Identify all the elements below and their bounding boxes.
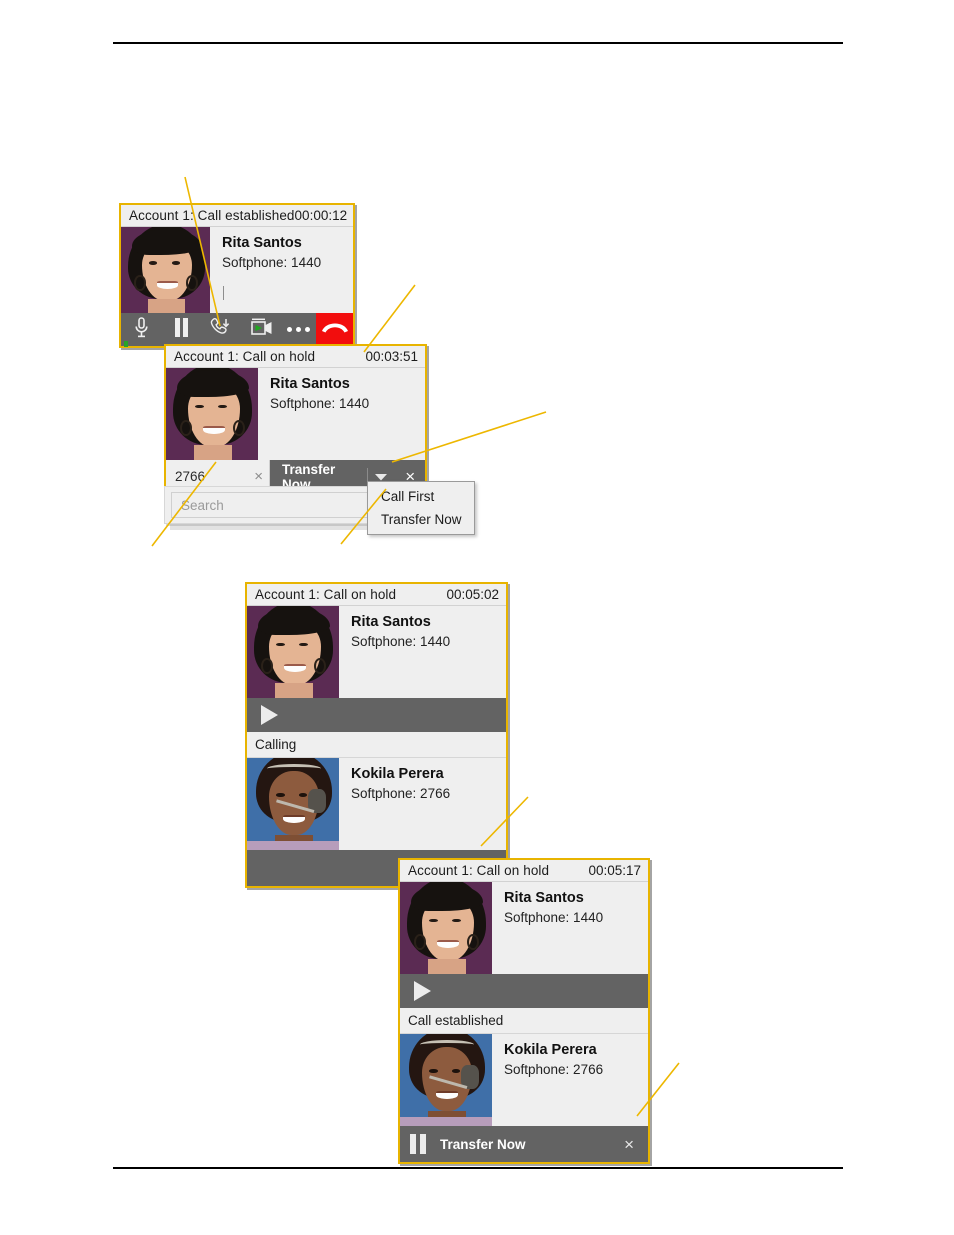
avatar xyxy=(400,1034,492,1126)
panel-titlebar: Account 1: Call on hold 00:05:02 xyxy=(247,584,506,606)
transfer-number-value: 2766 xyxy=(175,469,206,484)
play-icon xyxy=(261,705,278,725)
search-placeholder: Search xyxy=(181,497,224,513)
contact-detail: Softphone: 2766 xyxy=(504,1061,604,1077)
avatar xyxy=(121,227,210,313)
cancel-secondary-call-button[interactable]: × xyxy=(624,1136,634,1153)
call-panel-transfer: Account 1: Call on hold 00:03:51 Rita Sa… xyxy=(164,344,427,495)
contact-row-secondary: Kokila Perera Softphone: 2766 xyxy=(247,758,506,850)
contact-row-primary: Rita Santos Softphone: 1440 xyxy=(400,882,648,974)
contact-info: Rita Santos Softphone: 1440 xyxy=(339,606,506,698)
leader-line-2 xyxy=(363,284,416,353)
contact-info: Rita Santos Softphone: 1440 xyxy=(258,368,425,460)
call-timer: 00:05:02 xyxy=(446,587,499,602)
panel-titlebar: Account 1: Call established 00:00:12 xyxy=(121,205,353,227)
contact-row: Rita Santos Softphone: 1440 xyxy=(121,227,353,313)
pause-icon xyxy=(174,317,189,342)
contact-detail: Softphone: 2766 xyxy=(351,785,451,801)
hangup-icon xyxy=(320,319,350,340)
avatar xyxy=(247,606,339,698)
contact-row: Rita Santos Softphone: 1440 xyxy=(166,368,425,460)
account-status-label: Account 1: Call established xyxy=(129,208,295,223)
hold-call-button[interactable] xyxy=(161,313,201,346)
account-status-label: Account 1: Call on hold xyxy=(255,587,397,602)
mic-level-indicator xyxy=(124,341,128,347)
secondary-call-status: Calling xyxy=(247,732,506,758)
contact-name: Rita Santos xyxy=(270,376,350,392)
account-status-label: Account 1: Call on hold xyxy=(174,349,316,364)
contact-detail: Softphone: 1440 xyxy=(222,254,322,270)
dot-2 xyxy=(296,327,302,332)
mute-microphone-button[interactable] xyxy=(121,313,161,347)
contact-detail: Softphone: 1440 xyxy=(504,909,604,925)
start-video-button[interactable] xyxy=(241,313,281,346)
avatar xyxy=(247,758,339,850)
contact-info: Rita Santos Softphone: 1440 xyxy=(210,227,353,313)
secondary-call-status: Call established xyxy=(400,1008,648,1034)
dot-1 xyxy=(287,327,293,332)
video-camera-icon xyxy=(250,318,273,341)
call-panel-established: Account 1: Call established 00:00:12 Rit… xyxy=(119,203,355,348)
transfer-now-button[interactable]: Transfer Now xyxy=(440,1137,526,1152)
dot-3 xyxy=(305,327,311,332)
menu-item-call-first[interactable]: Call First xyxy=(368,485,474,508)
contact-info: Kokila Perera Softphone: 2766 xyxy=(492,1034,648,1126)
contact-detail: Softphone: 1440 xyxy=(351,633,451,649)
panel-titlebar: Account 1: Call on hold 00:05:17 xyxy=(400,860,648,882)
resume-call-button[interactable] xyxy=(247,698,506,732)
microphone-icon xyxy=(134,316,149,343)
avatar xyxy=(400,882,492,974)
end-call-button[interactable] xyxy=(316,313,353,346)
menu-item-transfer-now[interactable]: Transfer Now xyxy=(368,508,474,531)
contact-name: Rita Santos xyxy=(504,890,584,906)
search-input[interactable]: Search xyxy=(171,492,396,518)
avatar xyxy=(166,368,258,460)
resume-call-button[interactable] xyxy=(400,974,648,1008)
secondary-call-bar: Transfer Now × xyxy=(400,1126,648,1162)
contact-row-secondary: Kokila Perera Softphone: 2766 xyxy=(400,1034,648,1126)
transfer-call-button[interactable] xyxy=(201,313,241,346)
header-rule xyxy=(113,42,843,44)
transfer-options-menu: Call First Transfer Now xyxy=(367,481,475,535)
contact-row-primary: Rita Santos Softphone: 1440 xyxy=(247,606,506,698)
contact-name: Kokila Perera xyxy=(351,766,444,782)
call-timer: 00:00:12 xyxy=(294,208,348,223)
contact-info: Kokila Perera Softphone: 2766 xyxy=(339,758,506,850)
clear-icon[interactable]: × xyxy=(254,469,263,484)
transfer-phone-icon xyxy=(210,317,232,342)
contact-detail: Softphone: 1440 xyxy=(270,395,370,411)
call-panel-second-established: Account 1: Call on hold 00:05:17 Rita Sa… xyxy=(398,858,650,1164)
contact-info: Rita Santos Softphone: 1440 xyxy=(492,882,648,974)
call-toolbar xyxy=(121,313,353,347)
contact-name: Rita Santos xyxy=(351,614,431,630)
text-caret xyxy=(223,286,224,301)
panel-titlebar: Account 1: Call on hold 00:03:51 xyxy=(166,346,425,368)
contact-name: Rita Santos xyxy=(222,235,302,251)
call-timer: 00:03:51 xyxy=(365,349,418,364)
contact-name: Kokila Perera xyxy=(504,1042,597,1058)
call-panel-calling: Account 1: Call on hold 00:05:02 Rita Sa… xyxy=(245,582,508,888)
play-icon xyxy=(414,981,431,1001)
footer-rule xyxy=(113,1167,843,1169)
pause-icon[interactable] xyxy=(410,1134,426,1154)
call-timer: 00:05:17 xyxy=(588,863,641,878)
account-status-label: Account 1: Call on hold xyxy=(408,863,550,878)
more-options-button[interactable] xyxy=(281,313,316,346)
